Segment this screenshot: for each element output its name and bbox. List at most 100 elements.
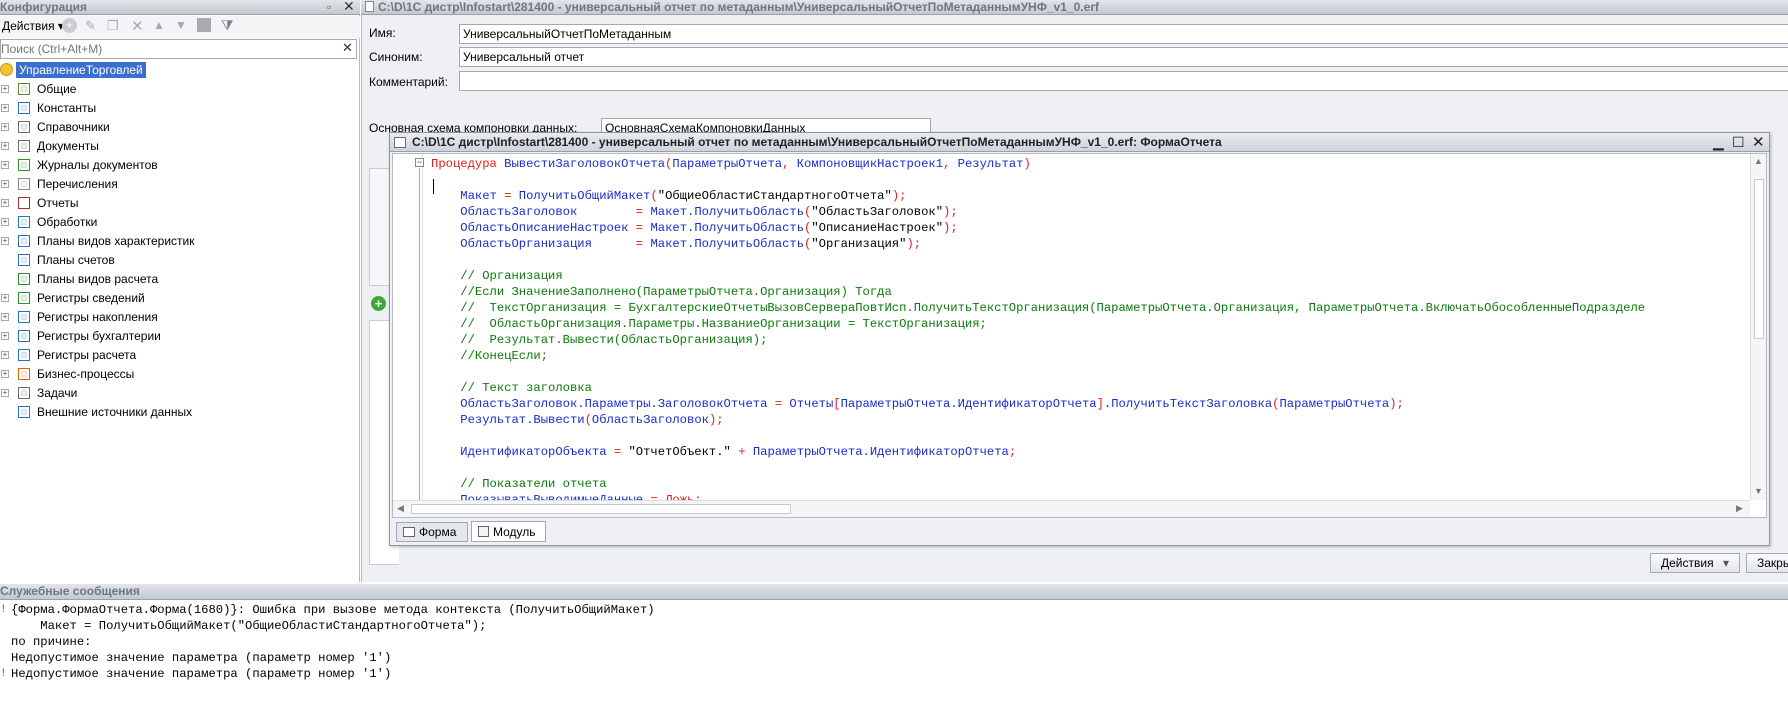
code-token: ОбластьОписаниеНастроек — [431, 221, 636, 235]
code-token: = — [635, 221, 651, 235]
code-token: , — [943, 157, 958, 171]
message-text: {Форма.ФормаОтчета.Форма(1680)}: Ошибка … — [11, 603, 655, 617]
expand-icon[interactable]: + — [1, 122, 9, 131]
minimize-icon[interactable]: ▁ — [1713, 134, 1724, 151]
messages-panel-title: Служебные сообщения — [0, 584, 140, 598]
clear-search-icon[interactable]: ✕ — [342, 40, 353, 56]
messages-panel-header: Служебные сообщения — [0, 584, 1788, 600]
code-token: Результат — [957, 157, 1024, 171]
tab-module[interactable]: Модуль — [471, 521, 546, 542]
module-tabs: Форма Модуль — [392, 520, 1767, 544]
dataprocessors-icon — [16, 214, 32, 230]
code-line: ОбластьЗаголовок.Параметры.ЗаголовокОтче… — [431, 396, 1404, 412]
code-editor[interactable]: − Процедура ВывестиЗаголовокОтчета (Парам… — [392, 153, 1767, 518]
comment-label: Комментарий: — [369, 75, 448, 89]
tree-item-label: Регистры накопления — [37, 309, 158, 324]
vertical-divider — [361, 15, 362, 582]
expand-icon[interactable]: + — [1, 198, 9, 207]
vertical-scrollbar[interactable]: ▲ ▼ — [1750, 154, 1766, 500]
code-token: Макет.ПолучитьОбласть — [650, 237, 805, 251]
code-line: Результат.Вывести(ОбластьЗаголовок); — [431, 412, 723, 428]
tree-item-label: Отчеты — [37, 195, 79, 210]
close-button[interactable]: Закрыть — [1746, 553, 1788, 573]
move-down-icon[interactable]: ▼ — [175, 18, 187, 32]
expand-icon[interactable]: + — [1, 369, 9, 378]
code-token: //Если ЗначениеЗаполнено(ПараметрыОтчета… — [431, 285, 892, 299]
expand-icon[interactable]: + — [1, 293, 9, 302]
code-line: // ТекстОрганизация = БухгалтерскиеОтчет… — [431, 300, 1645, 316]
message-text: Макет = ПолучитьОбщийМакет("ОбщиеОбласти… — [11, 619, 487, 633]
chart-calc-icon — [16, 271, 32, 287]
code-line: Макет = ПолучитьОбщийМакет("ОбщиеОбласти… — [431, 188, 906, 204]
expand-icon[interactable]: + — [1, 217, 9, 226]
message-line[interactable]: ! Недопустимое значение параметра (параме… — [0, 666, 391, 682]
tree-item-label: Планы видов расчета — [37, 271, 159, 286]
code-token: = — [635, 237, 651, 251]
accum-registers-icon — [16, 309, 32, 325]
expand-icon[interactable]: + — [1, 331, 9, 340]
calc-registers-icon — [16, 347, 32, 363]
messages-list: ! {Форма.ФормаОтчета.Форма(1680)}: Ошибка… — [0, 602, 1788, 728]
expand-icon[interactable]: + — [1, 312, 9, 321]
info-registers-icon — [16, 290, 32, 306]
configuration-root-icon — [0, 62, 14, 78]
collapse-procedure-icon[interactable]: − — [415, 158, 424, 167]
expand-icon[interactable]: + — [1, 141, 9, 150]
actions-button[interactable]: Действия ▾ — [1650, 553, 1740, 573]
sort-icon[interactable] — [197, 18, 211, 32]
code-area[interactable]: Процедура ВывестиЗаголовокОтчета (Парамет… — [431, 156, 1753, 500]
code-token: ); — [1389, 397, 1404, 411]
message-line[interactable]: Макет = ПолучитьОбщийМакет("ОбщиеОбласти… — [11, 618, 486, 634]
name-field[interactable]: УниверсальныйОтчетПоМетаданным — [459, 24, 1788, 44]
config-panel-header: Конфигурация ▫ ✕ — [0, 0, 360, 15]
scroll-up-icon[interactable]: ▲ — [1754, 156, 1763, 166]
close-icon[interactable]: ✕ — [343, 0, 355, 13]
module-close-icon[interactable]: ✕ — [1752, 133, 1765, 151]
h-scroll-thumb[interactable] — [411, 504, 791, 514]
tab-form[interactable]: Форма — [396, 522, 468, 542]
expand-icon[interactable]: + — [1, 103, 9, 112]
code-line: ОбластьЗаголовок = Макет.ПолучитьОбласть… — [431, 204, 958, 220]
move-up-icon[interactable]: ▲ — [153, 18, 165, 32]
expand-icon[interactable]: + — [1, 84, 9, 93]
add-icon[interactable]: + — [62, 18, 77, 33]
scroll-left-icon[interactable]: ◀ — [397, 503, 404, 514]
search-input[interactable] — [1, 40, 331, 58]
code-token: = — [504, 189, 519, 203]
code-token: КомпоновщикНастроек1 — [796, 157, 944, 171]
pin-icon[interactable]: ▫ — [327, 0, 331, 14]
module-document-icon — [394, 137, 406, 148]
scroll-right-icon[interactable]: ▶ — [1736, 503, 1743, 514]
code-token: ); — [943, 205, 958, 219]
message-line[interactable]: по причине: — [11, 634, 91, 650]
expand-icon[interactable]: + — [1, 388, 9, 397]
tree-item-label: Бизнес-процессы — [37, 366, 135, 381]
message-line[interactable]: Недопустимое значение параметра (парамет… — [11, 650, 391, 666]
error-marker-icon: ! — [0, 668, 7, 680]
add-form-icon[interactable]: + — [371, 296, 386, 311]
actions-menu[interactable]: Действия ▾ — [2, 19, 64, 33]
horizontal-scrollbar[interactable]: ◀ ▶ — [393, 500, 1750, 517]
tab-form-label: Форма — [419, 525, 457, 539]
code-line: ОбластьОписаниеНастроек = Макет.Получить… — [431, 220, 957, 236]
edit-icon[interactable]: ✎ — [85, 18, 96, 34]
message-line[interactable]: ! {Форма.ФормаОтчета.Форма(1680)}: Ошибка… — [0, 602, 655, 618]
expand-icon[interactable]: + — [1, 350, 9, 359]
comment-field[interactable] — [459, 71, 1788, 91]
code-line: ПоказыватьВыводимыеДанные = Ложь; — [431, 492, 701, 500]
maximize-icon[interactable]: ☐ — [1732, 134, 1745, 151]
expand-icon[interactable]: + — [1, 160, 9, 169]
scroll-down-icon[interactable]: ▼ — [1754, 486, 1763, 496]
delete-icon[interactable]: ✕ — [131, 17, 144, 35]
tree-root-label: УправлениеТорговлей — [16, 61, 146, 78]
expand-icon[interactable]: + — [1, 179, 9, 188]
code-token: ПараметрыОтчета — [1279, 397, 1390, 411]
copy-icon[interactable]: ❐ — [107, 18, 119, 34]
expand-icon[interactable]: + — [1, 236, 9, 245]
scroll-thumb[interactable] — [1754, 179, 1764, 339]
filter-icon[interactable]: ⧩ — [221, 17, 234, 34]
code-token: // Результат.Вывести(ОбластьОрганизация)… — [431, 333, 768, 347]
general-icon — [16, 81, 32, 97]
config-search-box[interactable]: ✕ — [0, 39, 357, 59]
synonym-field[interactable]: Универсальный отчет — [459, 47, 1788, 67]
